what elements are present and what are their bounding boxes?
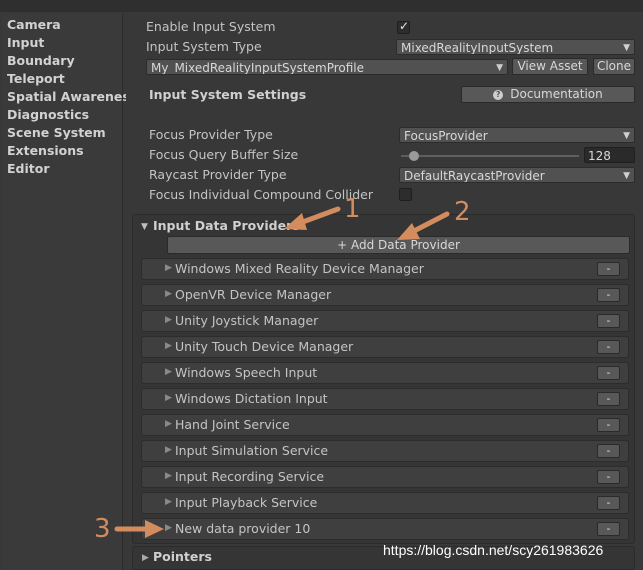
arrow-2-line xyxy=(409,211,450,235)
annotation-number-2: 2 xyxy=(454,197,471,227)
arrow-1-head xyxy=(284,213,307,230)
watermark: https://blog.csdn.net/scy261983626 xyxy=(383,542,604,558)
arrow-3-head xyxy=(145,520,164,538)
annotation-number-1: 1 xyxy=(344,194,361,224)
annotation-arrows xyxy=(114,206,450,538)
annotation-number-3: 3 xyxy=(94,514,111,544)
arrow-1-line xyxy=(297,206,341,226)
